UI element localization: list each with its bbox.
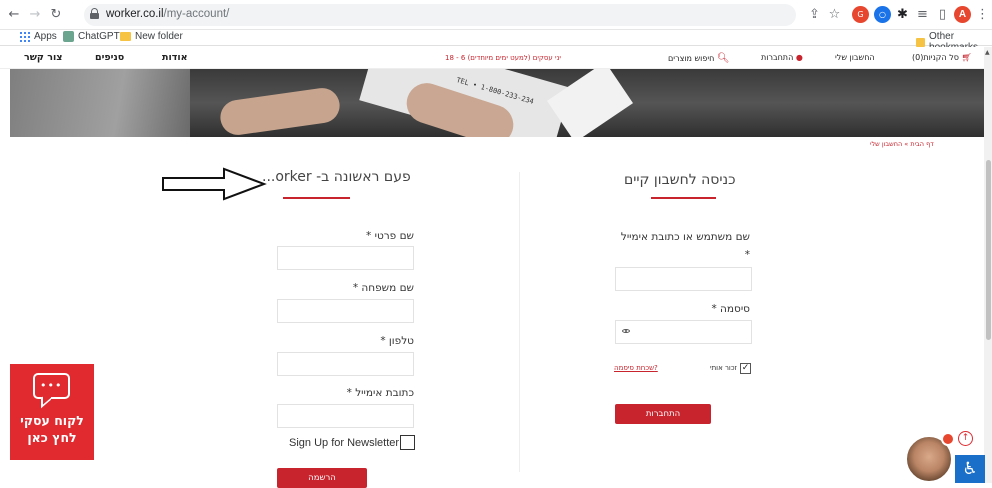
phone-label: טלפון * — [380, 335, 414, 347]
nav-about[interactable]: אודות — [162, 52, 188, 63]
product-search-link[interactable]: חיפוש מוצרים 🔍︎ — [668, 53, 730, 64]
scroll-to-top-icon[interactable]: ↑ — [958, 431, 973, 446]
share-icon[interactable]: ⇪ — [806, 6, 823, 23]
business-customer-widget[interactable]: ••• לקוח עסקי לחץ כאן — [10, 364, 94, 460]
first-name-label: שם פרטי * — [366, 230, 414, 242]
site-navigation: צור קשר סניפים אודות 18 - 6 יני עסקים (ל… — [0, 47, 990, 69]
profile-avatar[interactable]: A — [954, 6, 971, 23]
register-button[interactable]: הרשמה — [277, 468, 367, 488]
phone-input[interactable] — [277, 352, 414, 376]
username-label: שם משתמש או כתובת אימייל — [620, 231, 750, 243]
first-name-input[interactable] — [277, 246, 414, 270]
side-panel-icon[interactable]: ▯ — [934, 6, 951, 23]
bookmark-apps[interactable]: Apps — [20, 31, 57, 42]
notification-dot-icon — [941, 432, 955, 446]
login-title: כניסה לחשבון קיים — [624, 172, 736, 188]
forgot-password-link[interactable]: שכחת סיסמה? — [614, 364, 658, 372]
search-icon: 🔍︎ — [716, 53, 730, 64]
browser-window: ← → ↻ worker.co.il/my-account/ ⇪ ☆ G ○ ✱… — [0, 0, 992, 488]
hero-banner: TEL • 1-800-233-234 — [10, 69, 990, 137]
column-divider — [519, 172, 520, 472]
accessibility-icon[interactable]: ♿︎ — [955, 455, 985, 483]
bookmark-chatgpt[interactable]: ChatGPT — [63, 31, 120, 42]
nav-branches[interactable]: סניפים — [95, 52, 124, 63]
lock-icon[interactable] — [90, 8, 99, 19]
menu-kebab-icon[interactable]: ⋮ — [974, 6, 991, 23]
reload-icon[interactable]: ↻ — [48, 7, 64, 22]
business-customer-text: לקוח עסקי לחץ כאן — [20, 413, 84, 445]
password-input[interactable] — [615, 320, 752, 344]
nav-contact[interactable]: צור קשר — [24, 52, 62, 63]
promo-text: 18 - 6 יני עסקים (למעט ימים מיוחדים) — [445, 54, 561, 62]
last-name-input[interactable] — [277, 299, 414, 323]
eye-icon[interactable] — [622, 329, 630, 333]
cart-link[interactable]: סל הקניות(0) 🛒︎ — [912, 53, 972, 62]
password-label: סיסמה * — [711, 303, 750, 315]
newsletter-checkbox[interactable] — [400, 435, 415, 450]
address-toolbar: ← → ↻ worker.co.il/my-account/ ⇪ ☆ G ○ ✱… — [0, 0, 992, 30]
forward-arrow-icon[interactable]: → — [27, 7, 43, 22]
url-text[interactable]: worker.co.il/my-account/ — [106, 8, 229, 20]
cart-icon: 🛒︎ — [961, 53, 972, 62]
register-title: פעם ראשונה ב- orker... — [262, 169, 411, 185]
chat-bubble-icon: ••• — [33, 373, 70, 399]
remember-me-checkbox[interactable]: ✓ — [740, 363, 751, 374]
back-arrow-icon[interactable]: ← — [6, 7, 22, 22]
scroll-up-arrow-icon[interactable]: ▲ — [985, 49, 990, 56]
folder-icon — [120, 32, 131, 41]
address-bar[interactable]: worker.co.il/my-account/ — [84, 4, 796, 26]
extension-icon[interactable]: G — [852, 6, 869, 23]
folder-icon — [916, 37, 926, 47]
bookmark-new-folder[interactable]: New folder — [120, 31, 183, 42]
my-account-link[interactable]: החשבון שלי — [835, 53, 875, 62]
email-input[interactable] — [277, 404, 414, 428]
username-input[interactable] — [615, 267, 752, 291]
register-title-underline — [283, 197, 350, 199]
username-required-mark: * — [744, 249, 750, 261]
reading-list-icon[interactable]: ≡ — [914, 6, 931, 23]
user-icon: ● — [795, 53, 803, 62]
apps-grid-icon — [20, 31, 30, 42]
chatgpt-icon — [63, 31, 74, 42]
login-button[interactable]: התחברות — [615, 404, 711, 424]
scrollbar-thumb[interactable] — [986, 160, 991, 340]
newsletter-label: Sign Up for Newsletter — [289, 437, 400, 449]
remember-me-label: זכור אותי — [710, 364, 737, 372]
login-link[interactable]: התחברות ● — [761, 53, 803, 62]
email-label: כתובת אימייל * — [346, 387, 414, 399]
extensions-puzzle-icon[interactable]: ✱ — [894, 6, 911, 23]
extension-circle-icon[interactable]: ○ — [874, 6, 891, 23]
breadcrumb[interactable]: דף הבית » החשבון שלי — [870, 140, 934, 148]
annotation-arrow-icon — [162, 167, 267, 201]
last-name-label: שם משפחה * — [352, 282, 414, 294]
bookmark-star-icon[interactable]: ☆ — [826, 6, 843, 23]
login-title-underline — [651, 197, 716, 199]
bookmarks-bar: Apps ChatGPT New folder Other bookmarks — [0, 30, 992, 53]
